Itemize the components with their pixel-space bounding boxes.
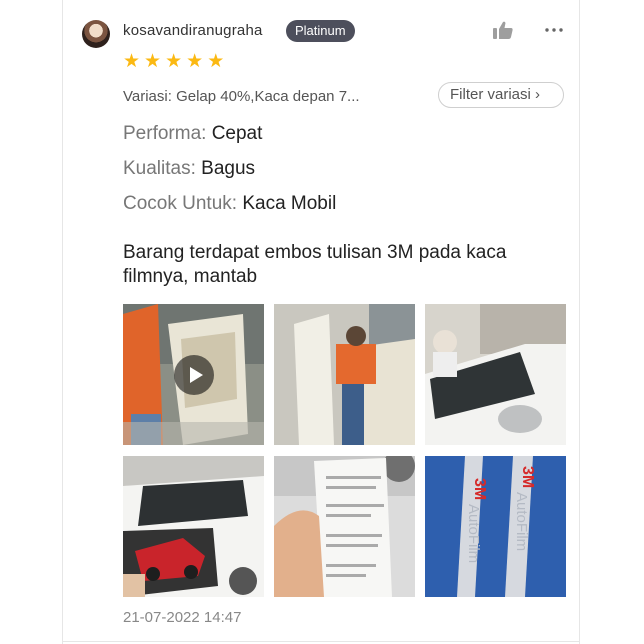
film-brand-text: 3M bbox=[519, 466, 536, 488]
like-button[interactable] bbox=[492, 20, 514, 40]
attribute-value: Bagus bbox=[201, 158, 256, 179]
review-photo[interactable] bbox=[274, 456, 415, 597]
attribute-key: Kualitas: bbox=[123, 158, 196, 179]
star-icon: ★ bbox=[165, 51, 183, 72]
thumb-up-icon bbox=[493, 21, 513, 39]
card-left-border bbox=[62, 0, 63, 644]
card-bottom-divider bbox=[62, 641, 580, 642]
review-photo[interactable] bbox=[274, 304, 415, 445]
attribute-key: Performa: bbox=[123, 123, 207, 144]
review-timestamp: 21-07-2022 14:47 bbox=[123, 609, 242, 626]
filter-variation-label: Filter variasi bbox=[450, 86, 531, 103]
chevron-right-icon: › bbox=[535, 86, 541, 103]
star-icon: ★ bbox=[186, 51, 204, 72]
film-brand-text: 3M bbox=[471, 478, 488, 500]
user-avatar[interactable] bbox=[82, 20, 110, 48]
username[interactable]: kosavandiranugraha bbox=[123, 22, 263, 39]
review-video-thumbnail[interactable] bbox=[123, 304, 264, 445]
attribute-key: Cocok Untuk: bbox=[123, 193, 238, 214]
attribute-suitable-for: Cocok Untuk: Kaca Mobil bbox=[123, 193, 336, 215]
play-icon bbox=[173, 354, 214, 395]
card-right-border bbox=[579, 0, 580, 644]
film-product-text: AutoFilm bbox=[513, 492, 530, 551]
attribute-value: Cepat bbox=[211, 123, 263, 144]
attribute-quality: Kualitas: Bagus bbox=[123, 158, 255, 180]
star-icon: ★ bbox=[144, 51, 162, 72]
more-options-button[interactable] bbox=[543, 18, 565, 38]
review-photo[interactable] bbox=[425, 304, 566, 445]
more-options-icon bbox=[545, 28, 563, 32]
membership-badge: Platinum bbox=[286, 20, 355, 42]
review-photo[interactable]: 3M AutoFilm 3M AutoFilm bbox=[425, 456, 566, 597]
film-product-text: AutoFilm bbox=[465, 504, 482, 563]
rating-stars: ★ ★ ★ ★ ★ bbox=[123, 52, 224, 72]
star-icon: ★ bbox=[207, 51, 225, 72]
variation-text: Variasi: Gelap 40%,Kaca depan 7... bbox=[123, 88, 360, 105]
attribute-performance: Performa: Cepat bbox=[123, 123, 262, 145]
attribute-value: Kaca Mobil bbox=[242, 193, 337, 214]
review-photo[interactable] bbox=[123, 456, 264, 597]
review-text: Barang terdapat embos tulisan 3M pada ka… bbox=[123, 242, 507, 287]
star-icon: ★ bbox=[123, 51, 141, 72]
filter-variation-button[interactable]: Filter variasi › bbox=[438, 82, 564, 108]
